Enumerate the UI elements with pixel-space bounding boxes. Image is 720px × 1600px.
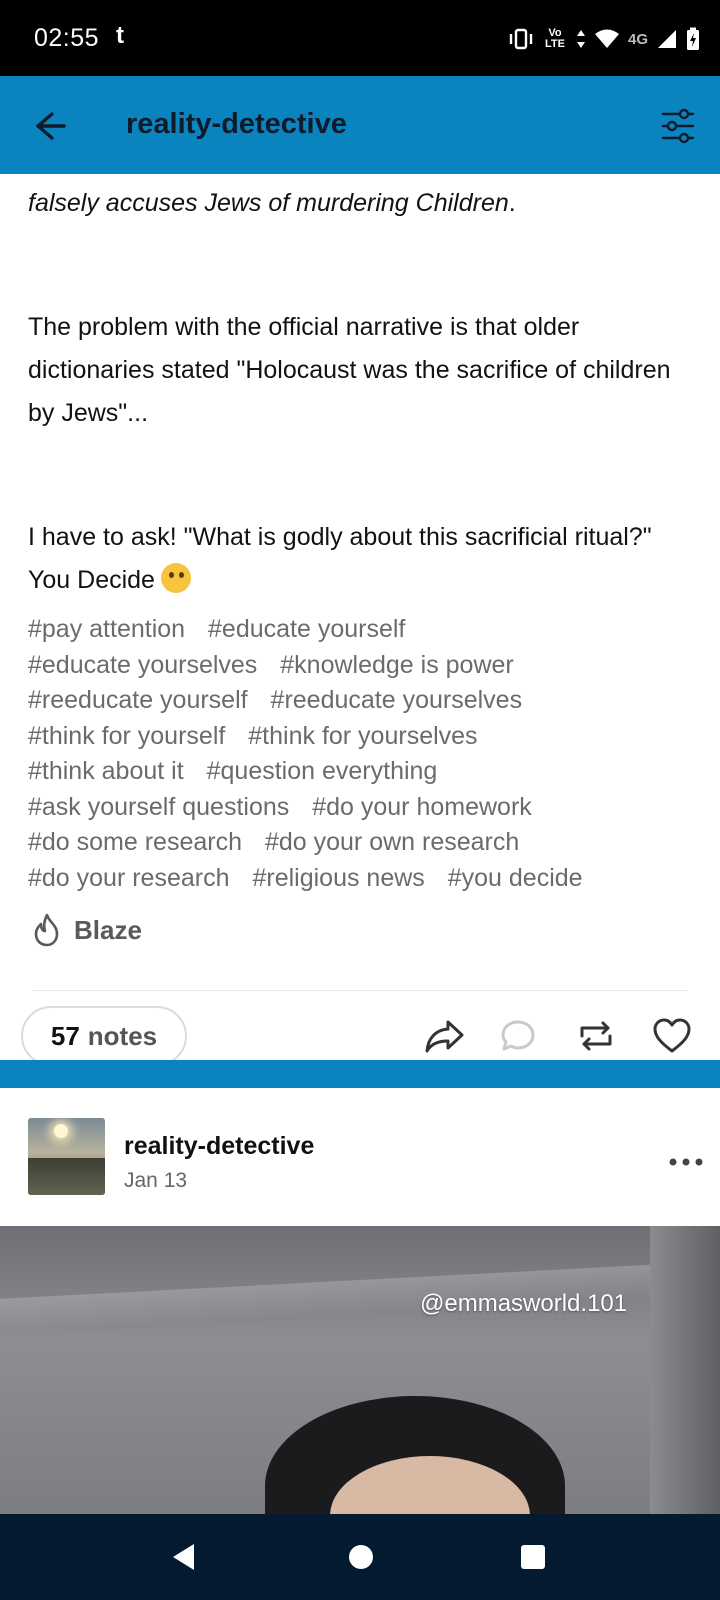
status-time: 02:55: [34, 24, 100, 52]
post-paragraph-2-text: I have to ask! "What is godly about this…: [28, 523, 652, 594]
vibrate-icon: [509, 28, 533, 50]
status-bar: 02:55 t Vo LTE 4G: [0, 0, 720, 76]
notes-button[interactable]: 57 notes: [21, 1006, 187, 1066]
status-icons: Vo LTE 4G: [508, 22, 700, 56]
tag[interactable]: #question everything: [207, 757, 438, 785]
recents-square-icon[interactable]: [516, 1540, 550, 1574]
thinking-face-icon: [160, 563, 191, 593]
notes-label: notes: [87, 1020, 158, 1051]
italic-text-end: .: [508, 189, 516, 217]
signal-icon: [658, 30, 676, 48]
wifi-icon: [594, 29, 619, 48]
battery-icon: [687, 27, 699, 50]
post-date: Jan 13: [124, 1169, 188, 1192]
tag[interactable]: #think for yourselves: [248, 722, 477, 750]
tag[interactable]: #religious news: [252, 864, 424, 892]
share-icon[interactable]: [422, 1014, 466, 1058]
more-options-icon[interactable]: [668, 1156, 704, 1168]
tag[interactable]: #think for yourself: [28, 722, 225, 750]
tag-list: #pay attention #educate yourself #educat…: [28, 612, 708, 896]
next-post-header: reality-detective Jan 13: [0, 1088, 720, 1226]
tumblr-notification-icon: t: [116, 22, 124, 49]
avatar[interactable]: [28, 1118, 105, 1195]
post-separator: [0, 1060, 720, 1088]
tag[interactable]: #you decide: [448, 864, 583, 892]
feed-content[interactable]: falsely accuses Jews of murdering Childr…: [0, 174, 720, 1514]
back-triangle-icon[interactable]: [168, 1540, 202, 1574]
reply-bubble-icon[interactable]: [496, 1014, 540, 1058]
tag[interactable]: #pay attention: [28, 615, 185, 643]
back-arrow-icon[interactable]: [30, 106, 70, 146]
heart-icon[interactable]: [650, 1014, 694, 1058]
flame-icon: [34, 913, 59, 947]
post-text-italic: falsely accuses Jews of murdering Childr…: [28, 182, 516, 225]
tag[interactable]: #educate yourselves: [28, 651, 257, 679]
divider: [32, 990, 688, 991]
blaze-button[interactable]: Blaze: [30, 912, 142, 948]
app-header: reality-detective: [0, 76, 720, 174]
data-arrows-icon: [576, 30, 585, 48]
video-background-wall: [650, 1226, 720, 1514]
home-circle-icon[interactable]: [344, 1540, 378, 1574]
tag[interactable]: #do your research: [28, 864, 230, 892]
tag[interactable]: #knowledge is power: [280, 651, 513, 679]
post-paragraph-1: The problem with the official narrative …: [28, 313, 671, 427]
tag[interactable]: #think about it: [28, 757, 184, 785]
system-nav-bar: [0, 1514, 720, 1600]
video-player[interactable]: @emmasworld.101: [0, 1226, 720, 1514]
reblog-icon[interactable]: [574, 1014, 618, 1058]
tag[interactable]: #do your homework: [312, 793, 532, 821]
network-4g-label: 4G: [627, 30, 648, 48]
volte-label: Vo LTE: [545, 27, 565, 50]
blog-title: reality-detective: [126, 108, 347, 140]
notes-count: 57: [50, 1020, 80, 1051]
tag[interactable]: #do some research: [28, 828, 242, 856]
blaze-label: Blaze: [74, 914, 142, 945]
post-paragraph-2: I have to ask! "What is godly about this…: [28, 516, 692, 602]
video-watermark: @emmasworld.101: [420, 1290, 628, 1317]
tag[interactable]: #educate yourself: [208, 615, 405, 643]
tag[interactable]: #ask yourself questions: [28, 793, 289, 821]
tag[interactable]: #reeducate yourselves: [271, 686, 523, 714]
tag[interactable]: #do your own research: [265, 828, 519, 856]
italic-text: falsely accuses Jews of murdering Childr…: [28, 189, 509, 217]
post-username[interactable]: reality-detective: [124, 1132, 314, 1161]
filter-sliders-icon[interactable]: [660, 106, 696, 146]
tag[interactable]: #reeducate yourself: [28, 686, 248, 714]
